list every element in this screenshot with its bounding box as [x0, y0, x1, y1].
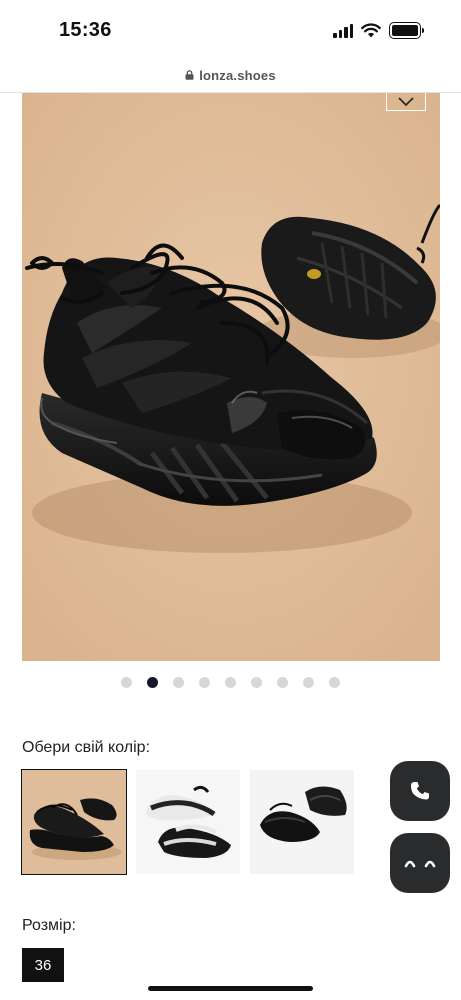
carousel-dots [0, 677, 461, 688]
signal-icon [333, 23, 353, 38]
carousel-dot[interactable] [329, 677, 340, 688]
status-bar: 15:36 [0, 0, 461, 60]
status-icons [333, 22, 424, 39]
color-swatch-black[interactable] [21, 769, 127, 875]
color-swatch-white-black[interactable] [136, 770, 240, 874]
carousel-dot-active[interactable] [147, 677, 158, 688]
carousel-dot[interactable] [173, 677, 184, 688]
color-picker-label: Обери свій колір: [22, 739, 151, 756]
carousel-dot[interactable] [277, 677, 288, 688]
battery-icon [389, 22, 424, 39]
url-bar[interactable]: lonza.shoes [0, 60, 461, 90]
chat-button[interactable] [390, 833, 450, 893]
product-image[interactable] [22, 93, 440, 661]
lock-icon [185, 70, 194, 80]
status-time: 15:36 [59, 19, 112, 41]
sneaker-illustration [22, 93, 440, 661]
chevron-down-icon [398, 96, 414, 106]
carousel-dot[interactable] [199, 677, 210, 688]
url-text: lonza.shoes [199, 67, 276, 83]
size-option-selected[interactable]: 36 [22, 948, 64, 982]
carousel-dot[interactable] [303, 677, 314, 688]
call-button[interactable] [390, 761, 450, 821]
chat-face-icon [404, 860, 436, 868]
carousel-dot[interactable] [225, 677, 236, 688]
wifi-icon [361, 23, 381, 38]
home-indicator[interactable] [148, 986, 313, 991]
carousel-dot[interactable] [121, 677, 132, 688]
favorite-button[interactable] [386, 93, 426, 111]
color-swatch-black-pair[interactable] [250, 770, 354, 874]
size-label: Розмір: [22, 917, 76, 934]
phone-icon [411, 782, 429, 800]
color-swatches [21, 769, 354, 875]
carousel-dot[interactable] [251, 677, 262, 688]
